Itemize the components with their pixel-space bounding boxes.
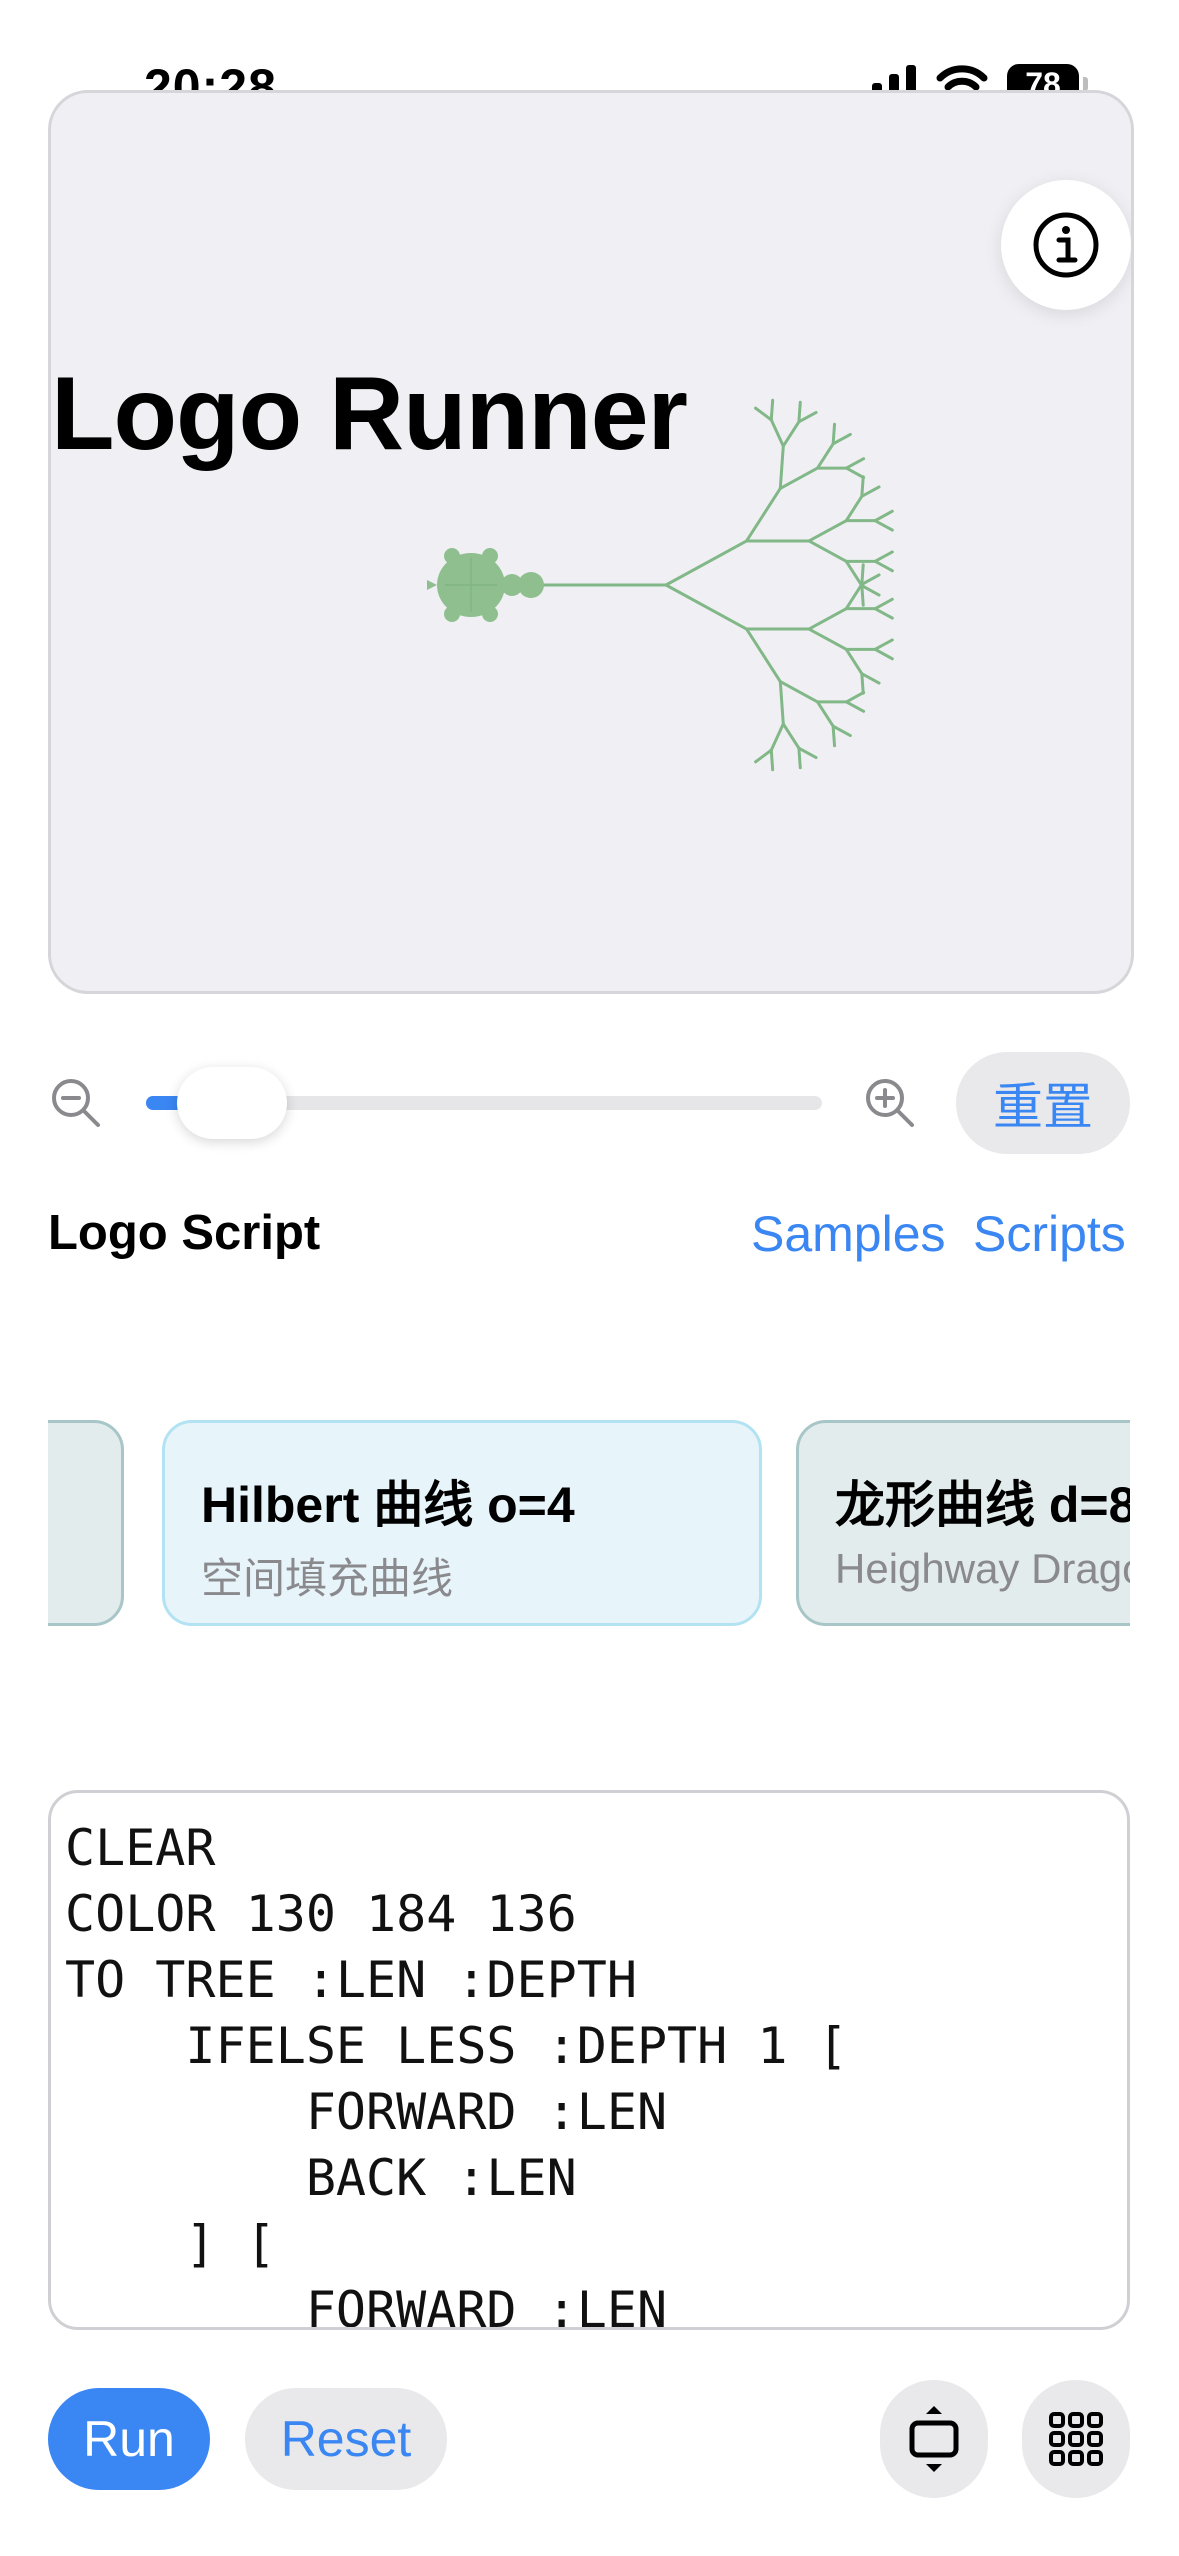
sample-card-hilbert[interactable]: Hilbert 曲线 o=4 空间填充曲线 xyxy=(162,1420,762,1626)
grid-icon xyxy=(1049,2412,1103,2466)
app-title: Logo Runner xyxy=(51,356,688,472)
tree-branch xyxy=(778,466,820,490)
info-button[interactable] xyxy=(1001,180,1131,310)
tree-branch xyxy=(769,418,785,448)
tree-branch xyxy=(844,494,864,523)
tree-branch xyxy=(873,638,894,651)
tree-branch xyxy=(860,573,881,586)
tree-branch xyxy=(781,722,801,750)
script-code[interactable]: CLEAR COLOR 130 184 136 TO TREE :LEN :DE… xyxy=(51,1793,1127,2327)
tree-branch xyxy=(873,559,894,573)
turtle-canvas[interactable]: Logo Runner xyxy=(48,90,1134,994)
tree-branch xyxy=(831,432,852,446)
tree-branch xyxy=(797,746,802,770)
sample-cards-scroller[interactable]: Hilbert 曲线 o=4 空间填充曲线 龙形曲线 d=8 Heighway … xyxy=(48,1420,1130,1634)
tree-branch xyxy=(769,398,775,422)
tree-branch xyxy=(844,647,864,676)
sample-card-title: Hilbert 曲线 o=4 xyxy=(201,1477,575,1533)
tree-branch xyxy=(754,748,773,764)
sample-card-subtitle: Heighway Dragon xyxy=(835,1545,1130,1592)
tree-branch xyxy=(797,400,802,424)
tree-branch xyxy=(807,627,848,651)
tree-branch xyxy=(860,584,865,607)
resize-editor-button[interactable] xyxy=(880,2380,988,2498)
tree-drawing xyxy=(427,398,894,772)
tree-branch xyxy=(831,724,837,748)
tree-branch xyxy=(754,406,773,422)
tree-branch xyxy=(860,672,881,685)
reset-zoom-button[interactable]: 重置 xyxy=(956,1052,1130,1154)
tree-branch xyxy=(873,597,894,611)
zoom-out-icon[interactable] xyxy=(48,1075,104,1131)
sample-card-subtitle: 空间填充曲线 xyxy=(201,1555,454,1602)
tree-branch xyxy=(807,607,848,631)
resize-vertical-icon xyxy=(909,2406,959,2472)
script-editor[interactable]: CLEAR COLOR 130 184 136 TO TREE :LEN :DE… xyxy=(48,1790,1130,2330)
tree-branch xyxy=(831,422,837,446)
tree-branch xyxy=(873,607,894,620)
tree-branch xyxy=(860,672,865,695)
tree-branch xyxy=(769,748,775,772)
tree-branch xyxy=(816,700,835,728)
tree-branch xyxy=(831,724,852,738)
tree-branch xyxy=(807,539,848,563)
reset-button[interactable]: Reset xyxy=(245,2388,447,2490)
run-button[interactable]: Run xyxy=(48,2388,210,2490)
tree-branch xyxy=(797,410,818,424)
tree-branch xyxy=(778,444,785,490)
tree-branch xyxy=(778,680,785,726)
tree-branch xyxy=(664,539,749,587)
section-title: Logo Script xyxy=(48,1206,321,1260)
tree-branch xyxy=(873,509,894,523)
tree-branch xyxy=(745,486,782,543)
tree-branch xyxy=(860,485,881,498)
samples-link[interactable]: Samples xyxy=(751,1205,946,1263)
tree-branch xyxy=(844,559,864,588)
sample-card[interactable] xyxy=(48,1420,124,1626)
tree-branch xyxy=(844,457,866,470)
tree-branch xyxy=(664,583,749,631)
tree-branch xyxy=(769,722,785,752)
info-icon xyxy=(1033,212,1099,278)
tree-branch xyxy=(778,680,820,704)
tree-branch xyxy=(844,582,864,611)
tree-branch xyxy=(860,563,865,586)
tree-branch xyxy=(745,627,782,684)
sample-card-title: 龙形曲线 d=8 xyxy=(835,1477,1130,1533)
tree-branch xyxy=(816,442,835,470)
tree-branch xyxy=(860,475,865,498)
tree-branch xyxy=(781,420,801,448)
tree-branch xyxy=(797,746,818,760)
zoom-slider-thumb[interactable] xyxy=(177,1067,287,1139)
tree-branch xyxy=(860,584,881,597)
tree-branch xyxy=(873,519,894,532)
tree-branch xyxy=(844,466,866,480)
tree-branch xyxy=(844,700,866,713)
sample-card-dragon[interactable]: 龙形曲线 d=8 Heighway Dragon xyxy=(796,1420,1130,1626)
scripts-link[interactable]: Scripts xyxy=(973,1205,1126,1263)
tree-branch xyxy=(807,519,848,543)
zoom-in-icon[interactable] xyxy=(862,1075,918,1131)
tree-branch xyxy=(844,690,866,704)
tree-branch xyxy=(873,550,894,563)
grid-menu-button[interactable] xyxy=(1022,2380,1130,2498)
tree-branch xyxy=(873,647,894,661)
